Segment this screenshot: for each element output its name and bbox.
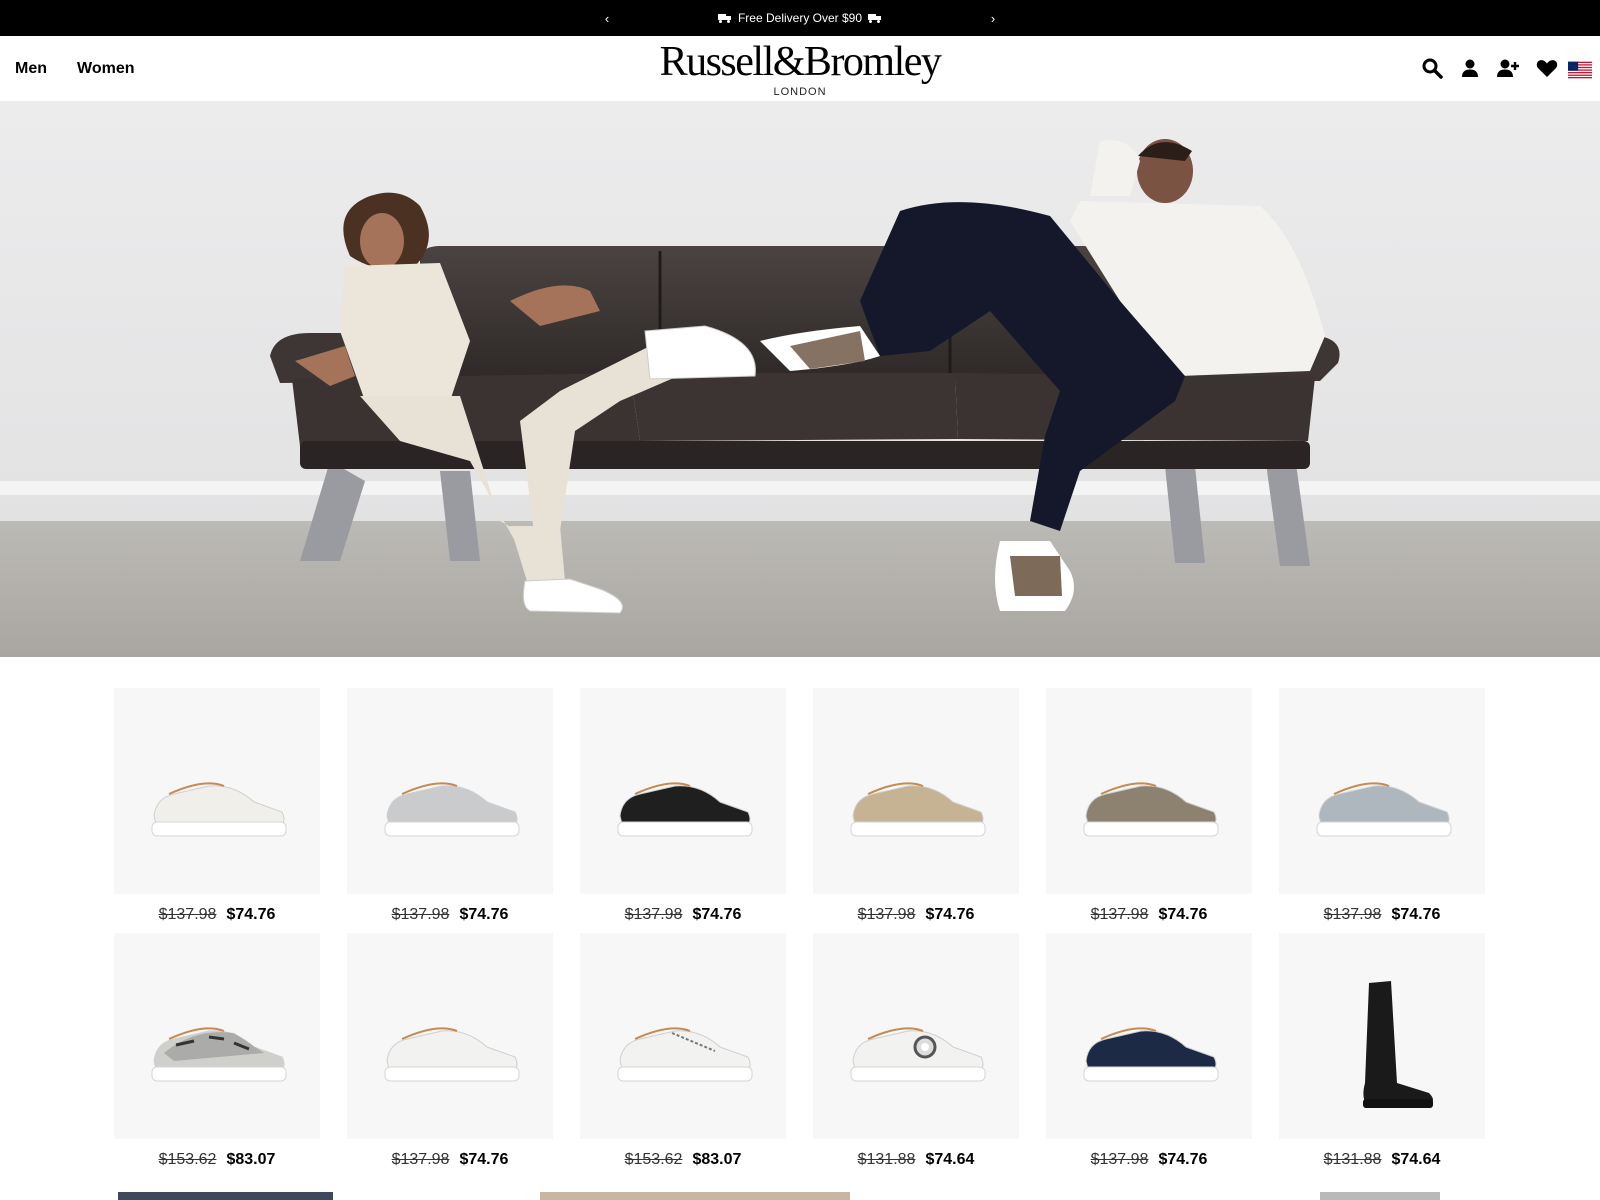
sale-price: $74.76 [692, 906, 742, 923]
original-price: $131.88 [857, 1151, 916, 1168]
product-card[interactable]: $137.98 $74.76 [1046, 688, 1252, 923]
original-price: $153.62 [624, 1151, 683, 1168]
product-prices: $131.88 $74.64 [1279, 1151, 1485, 1169]
original-price: $131.88 [1323, 1151, 1382, 1168]
sneaker-illustration [617, 1027, 753, 1082]
sale-price: $74.64 [1391, 1151, 1441, 1168]
product-card[interactable]: $137.98 $74.76 [114, 688, 320, 923]
product-prices: $137.98 $74.76 [813, 906, 1019, 924]
sneaker-illustration [850, 1027, 986, 1082]
us-flag-icon[interactable] [1568, 58, 1594, 79]
original-price: $137.98 [158, 906, 217, 923]
nav-women[interactable]: Women [77, 36, 134, 101]
original-price: $137.98 [1090, 906, 1149, 923]
logo-brand: Russell&Bromley [659, 39, 942, 85]
product-card[interactable]: $153.62 $83.07 [580, 933, 786, 1168]
sale-price: $74.76 [459, 1151, 509, 1168]
product-prices: $137.98 $74.76 [1046, 906, 1252, 924]
sale-price: $74.76 [1391, 906, 1441, 923]
product-prices: $153.62 $83.07 [580, 1151, 786, 1169]
product-image[interactable] [1279, 933, 1485, 1139]
sale-price: $74.76 [226, 906, 276, 923]
product-card[interactable]: $131.88 $74.64 [813, 933, 1019, 1168]
product-image[interactable] [1046, 688, 1252, 894]
truck-icon [717, 13, 732, 23]
product-image[interactable] [813, 688, 1019, 894]
announcement-text: Free Delivery Over $90 [737, 11, 863, 25]
sale-price: $83.07 [226, 1151, 276, 1168]
next-row-image [540, 1192, 850, 1200]
next-row-image [1320, 1192, 1440, 1200]
sneaker-illustration [1083, 1027, 1219, 1082]
product-image[interactable] [347, 688, 553, 894]
sale-price: $74.76 [925, 906, 975, 923]
sale-price: $74.76 [459, 906, 509, 923]
product-prices: $137.98 $74.76 [580, 906, 786, 924]
sale-price: $74.76 [1158, 1151, 1208, 1168]
product-image[interactable] [580, 933, 786, 1139]
original-price: $137.98 [391, 906, 450, 923]
product-image[interactable] [347, 933, 553, 1139]
sneaker-illustration [151, 782, 287, 837]
site-logo[interactable]: Russell&Bromley LONDON [640, 40, 960, 98]
product-card[interactable]: $137.98 $74.76 [813, 688, 1019, 923]
product-prices: $137.98 $74.76 [1279, 906, 1485, 924]
product-prices: $137.98 $74.76 [347, 1151, 553, 1169]
product-image[interactable] [1046, 933, 1252, 1139]
sneaker-illustration [384, 782, 520, 837]
announcement-message: Free Delivery Over $90 [0, 0, 1600, 36]
original-price: $137.98 [1090, 1151, 1149, 1168]
original-price: $137.98 [391, 1151, 450, 1168]
product-prices: $131.88 $74.64 [813, 1151, 1019, 1169]
product-card[interactable]: $137.98 $74.76 [347, 933, 553, 1168]
sneaker-illustration [384, 1027, 520, 1082]
sale-price: $74.76 [1158, 906, 1208, 923]
register-icon[interactable] [1496, 56, 1520, 80]
product-card[interactable]: $137.98 $74.76 [580, 688, 786, 923]
announcement-bar: ‹ Free Delivery Over $90 › [0, 0, 1600, 36]
original-price: $137.98 [624, 906, 683, 923]
announcement-next-button[interactable]: › [981, 0, 1005, 36]
original-price: $153.62 [158, 1151, 217, 1168]
product-card[interactable]: $137.98 $74.76 [1046, 933, 1252, 1168]
truck-icon [868, 13, 882, 23]
original-price: $137.98 [1323, 906, 1382, 923]
sale-price: $83.07 [692, 1151, 742, 1168]
sneaker-illustration [1083, 782, 1219, 837]
sale-price: $74.64 [925, 1151, 975, 1168]
sneaker-illustration [850, 782, 986, 837]
sneaker-illustration [1316, 782, 1452, 837]
product-prices: $137.98 $74.76 [114, 906, 320, 924]
product-image[interactable] [813, 933, 1019, 1139]
product-image[interactable] [1279, 688, 1485, 894]
product-card[interactable]: $131.88 $74.64 [1279, 933, 1485, 1168]
sneaker-illustration [151, 1027, 287, 1082]
product-card[interactable]: $153.62 $83.07 [114, 933, 320, 1168]
logo-city: LONDON [773, 86, 827, 98]
boot-illustration [1363, 981, 1433, 1108]
hero-image [0, 101, 1600, 657]
product-card[interactable]: $137.98 $74.76 [347, 688, 553, 923]
product-prices: $153.62 $83.07 [114, 1151, 320, 1169]
product-image[interactable] [114, 933, 320, 1139]
account-icon[interactable] [1458, 56, 1482, 80]
product-prices: $137.98 $74.76 [1046, 1151, 1252, 1169]
hero-banner[interactable] [0, 101, 1600, 657]
nav-men[interactable]: Men [15, 36, 47, 101]
search-icon[interactable] [1420, 56, 1444, 80]
wishlist-icon[interactable] [1535, 56, 1559, 80]
product-image[interactable] [114, 688, 320, 894]
next-row-image [118, 1192, 333, 1200]
sneaker-illustration [617, 782, 753, 837]
product-card[interactable]: $137.98 $74.76 [1279, 688, 1485, 923]
product-prices: $137.98 $74.76 [347, 906, 553, 924]
product-image[interactable] [580, 688, 786, 894]
site-header: Men Women Russell&Bromley LONDON [0, 36, 1600, 102]
original-price: $137.98 [857, 906, 916, 923]
